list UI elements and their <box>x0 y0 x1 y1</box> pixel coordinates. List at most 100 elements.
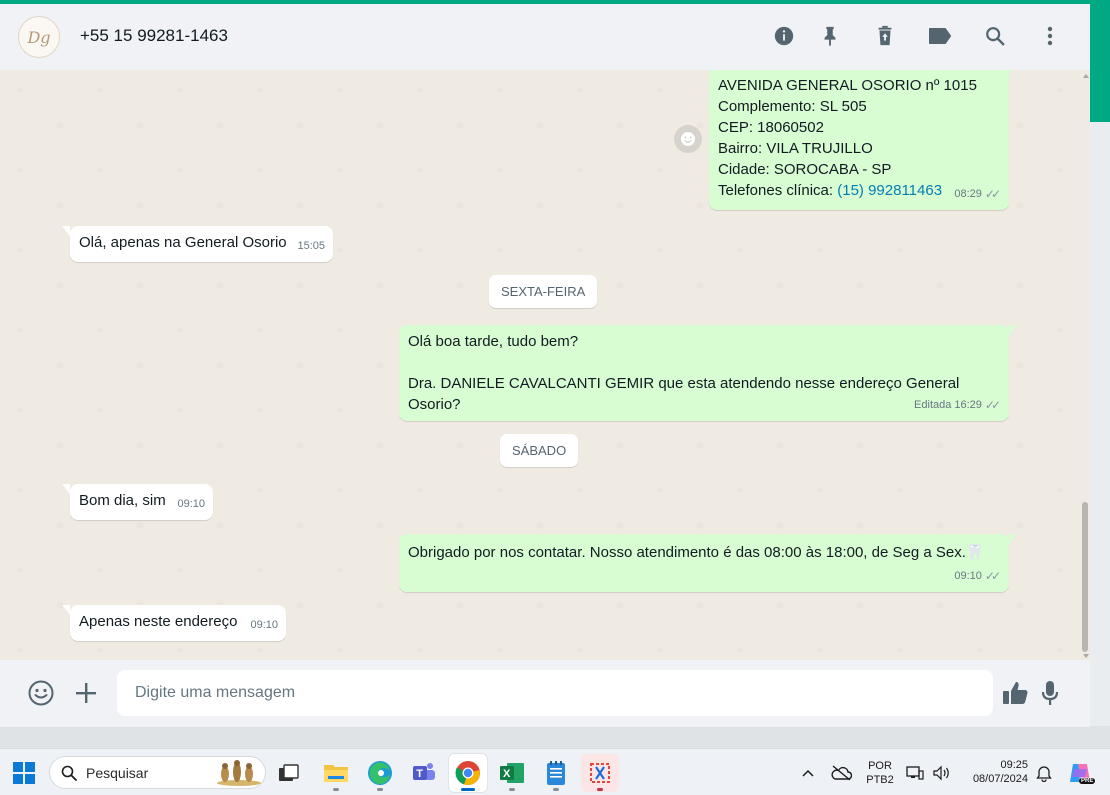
search-highlight-meerkats-icon <box>217 760 261 786</box>
taskbar-search-box[interactable]: Pesquisar <box>49 756 266 789</box>
input-language-indicator[interactable]: POR PTB2 <box>862 759 898 787</box>
message-line: Complemento: SL 505 <box>718 98 867 115</box>
message-time: 16:29 <box>954 399 982 411</box>
microphone-icon[interactable] <box>1034 677 1066 709</box>
message-line: Cidade: SOROCABA - SP <box>718 161 892 178</box>
message-bubble-outgoing[interactable]: Olá boa tarde, tudo bem? Dra. DANIELE CA… <box>399 325 1017 421</box>
file-explorer-icon[interactable] <box>317 754 355 792</box>
phone-link[interactable]: (15) 992811463 <box>837 182 942 199</box>
network-icon[interactable] <box>903 754 927 792</box>
pin-icon[interactable] <box>816 22 844 50</box>
chrome-browser-icon[interactable] <box>449 754 487 792</box>
chat-header: Dg +55 15 99281-1463 <box>0 4 1090 70</box>
message-meta: 08:29 ✓✓ <box>954 184 1001 205</box>
message-line: Dra. DANIELE CAVALCANTI GEMIR que esta a… <box>408 375 960 392</box>
message-bubble-incoming[interactable]: Apenas neste endereço 09:10 <box>62 605 286 641</box>
notepad-icon[interactable] <box>537 754 575 792</box>
notification-bell-icon[interactable] <box>1031 754 1057 792</box>
message-bubble-outgoing[interactable]: Obrigado por nos contatar. Nosso atendim… <box>399 534 1017 592</box>
clock-date: 08/07/2024 <box>972 773 1028 785</box>
message-text: Bom dia, sim <box>79 492 166 509</box>
tray-overflow-chevron-icon[interactable] <box>792 754 824 792</box>
running-indicator <box>377 788 383 791</box>
onedrive-offline-icon[interactable] <box>824 754 858 792</box>
message-time: 09:10 <box>177 498 205 510</box>
windows-taskbar: Pesquisar T X POR PTB2 09:25 08/07/2024 … <box>0 748 1110 795</box>
message-time: 15:05 <box>297 240 325 252</box>
message-meta: 09:10 <box>250 615 278 636</box>
tooth-emoji-icon: 🦷 <box>965 544 985 561</box>
avatar[interactable]: Dg <box>18 16 60 58</box>
message-line: Bairro: VILA TRUJILLO <box>718 140 873 157</box>
svg-text:X: X <box>503 768 511 780</box>
delete-chat-icon[interactable] <box>871 22 899 50</box>
task-view-icon[interactable] <box>270 754 308 792</box>
message-time: 09:10 <box>250 619 278 631</box>
message-line: AVENIDA GENERAL OSORIO nº 1015 <box>718 77 977 94</box>
message-bubble-outgoing[interactable]: AVENIDA GENERAL OSORIO nº 1015 Complemen… <box>709 70 1017 210</box>
clock-time: 09:25 <box>1000 759 1028 771</box>
emoji-picker-icon[interactable] <box>25 677 57 709</box>
edited-label: Editada <box>914 399 952 411</box>
copilot-icon[interactable]: PRE <box>1064 754 1096 792</box>
running-indicator <box>553 788 559 791</box>
search-icon[interactable] <box>981 22 1009 50</box>
message-bubble-incoming[interactable]: Bom dia, sim 09:10 <box>62 484 213 520</box>
search-icon <box>61 765 77 781</box>
message-list[interactable]: AVENIDA GENERAL OSORIO nº 1015 Complemen… <box>0 70 1090 660</box>
message-meta: 15:05 <box>297 236 325 257</box>
running-indicator <box>509 788 515 791</box>
preview-badge: PRE <box>1079 778 1096 784</box>
message-time: 08:29 <box>954 188 982 200</box>
message-text: Olá, apenas na General Osorio <box>79 234 287 251</box>
start-windows-icon[interactable] <box>5 754 43 792</box>
running-indicator <box>597 788 603 791</box>
system-clock[interactable]: 09:25 08/07/2024 <box>962 758 1032 786</box>
excel-icon[interactable]: X <box>493 754 531 792</box>
message-time: 09:10 <box>954 570 982 582</box>
message-bubble-incoming[interactable]: Olá, apenas na General Osorio 15:05 <box>62 226 333 262</box>
right-edge-accent <box>1090 4 1110 122</box>
avatar-monogram: Dg <box>27 27 51 47</box>
whatsapp-window: Dg +55 15 99281-1463 AVENIDA GENERAL OSO… <box>0 4 1090 727</box>
message-meta: Editada 16:29 ✓✓ <box>914 395 1001 416</box>
edge-browser-icon[interactable] <box>361 754 399 792</box>
message-text: Obrigado por nos contatar. Nosso atendim… <box>408 544 966 561</box>
label-tag-icon[interactable] <box>926 22 954 50</box>
running-indicator <box>461 788 475 791</box>
keyboard-layout-code: PTB2 <box>866 774 894 786</box>
date-separator: SEXTA-FEIRA <box>489 275 598 308</box>
message-text: Apenas neste endereço <box>79 613 238 630</box>
right-edge-strip <box>1090 4 1110 726</box>
search-placeholder: Pesquisar <box>86 765 149 781</box>
contact-name[interactable]: +55 15 99281-1463 <box>80 26 228 46</box>
emoji-reaction-icon[interactable] <box>674 125 702 153</box>
message-meta: 09:10 <box>177 494 205 515</box>
scrollbar-thumb[interactable] <box>1082 502 1088 652</box>
read-receipt-icon: ✓✓ <box>984 398 1001 412</box>
message-line: Olá boa tarde, tudo bem? <box>408 333 579 350</box>
message-composer <box>0 660 1090 727</box>
message-line: Osorio? <box>408 396 461 413</box>
read-receipt-icon: ✓✓ <box>984 187 1001 201</box>
read-receipt-icon: ✓✓ <box>984 569 1001 583</box>
message-line: CEP: 18060502 <box>718 119 824 136</box>
volume-icon[interactable] <box>928 754 954 792</box>
language-code: POR <box>868 760 892 772</box>
thumbs-up-icon[interactable] <box>999 677 1031 709</box>
teams-icon[interactable]: T <box>405 754 443 792</box>
scroll-down-arrow-icon[interactable] <box>1083 654 1089 658</box>
menu-kebab-icon[interactable] <box>1036 22 1064 50</box>
scroll-up-arrow-icon[interactable] <box>1083 74 1089 78</box>
message-text: Telefones clínica: <box>718 182 838 199</box>
date-separator: SÁBADO <box>500 434 579 467</box>
svg-text:T: T <box>416 768 423 780</box>
snipping-tool-icon[interactable] <box>581 754 619 792</box>
chat-scrollbar[interactable] <box>1080 70 1090 660</box>
message-input[interactable] <box>117 670 993 716</box>
attach-plus-icon[interactable] <box>70 677 102 709</box>
running-indicator <box>333 788 339 791</box>
message-meta: 09:10 ✓✓ <box>954 566 1001 587</box>
info-icon[interactable] <box>770 22 798 50</box>
